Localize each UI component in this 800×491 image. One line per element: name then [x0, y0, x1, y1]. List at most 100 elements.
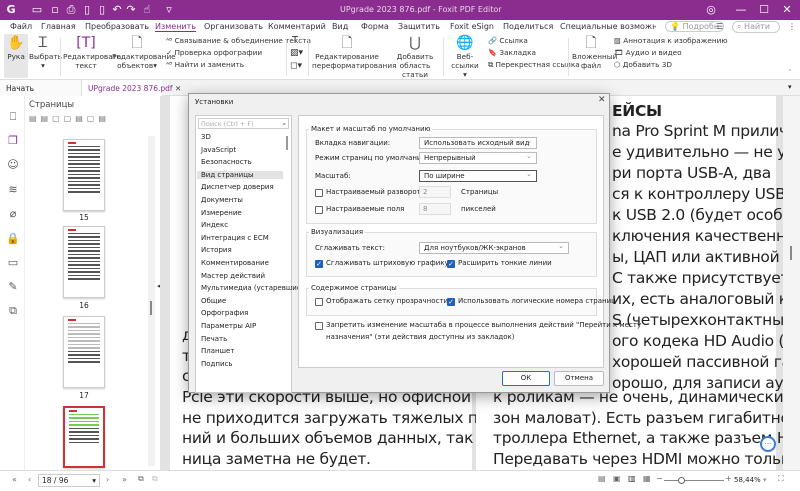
- zoom-out-button[interactable]: −: [656, 474, 663, 483]
- attachments-panel-icon[interactable]: ⌀: [6, 207, 20, 221]
- tab-esign[interactable]: Foxit eSign: [450, 22, 494, 31]
- category-item[interactable]: Печать: [197, 335, 283, 343]
- redo-icon[interactable]: ↷: [124, 3, 138, 17]
- bookmark-panel-icon[interactable]: ⎕: [6, 110, 20, 124]
- minimize-button[interactable]: —: [734, 3, 748, 17]
- tab-document[interactable]: UPgrade 2023 876.pdf ✕: [82, 80, 181, 96]
- file-panel-icon[interactable]: ▭: [6, 256, 20, 270]
- add-shape-icon[interactable]: ◻▾: [290, 61, 302, 71]
- enhance-thin-lines-checkbox[interactable]: ✓: [447, 260, 455, 268]
- zoom-slider[interactable]: [664, 477, 724, 484]
- find-replace-button[interactable]: ᴬᴮ Найти и заменить: [166, 60, 244, 69]
- smooth-text-select[interactable]: Для ноутбуков/ЖК-экранов: [419, 242, 569, 254]
- hand-tool-icon[interactable]: ☝: [140, 3, 154, 17]
- category-search-input[interactable]: Поиск (Ctrl + F) ⌕: [198, 118, 289, 129]
- more-icon[interactable]: ⋮: [788, 22, 796, 31]
- two-page-continuous-icon[interactable]: ▦: [643, 474, 651, 483]
- maximize-button[interactable]: ☐: [757, 3, 771, 17]
- audio-video-button[interactable]: 🎞 Аудио и видео: [614, 48, 682, 57]
- category-item[interactable]: Индекс: [197, 221, 283, 229]
- page-thumbnail[interactable]: [63, 226, 105, 298]
- cancel-button[interactable]: Отмена: [554, 371, 604, 386]
- undo-icon[interactable]: ↶: [110, 3, 124, 17]
- cross-ref-button[interactable]: ⧉ Перекрестная ссылка: [488, 60, 580, 70]
- web-links-button[interactable]: 🌐 Веб-ссылки ▾: [445, 34, 485, 79]
- zoom-slider-knob[interactable]: [678, 477, 685, 484]
- close-tab-icon[interactable]: ✕: [175, 84, 181, 93]
- chat-assistant-icon[interactable]: ⋯: [760, 436, 776, 452]
- image-annotation-button[interactable]: ▨ Аннотация к изображению: [614, 36, 728, 45]
- ok-button[interactable]: ОК: [502, 371, 550, 386]
- print-icon[interactable]: ⎙: [64, 3, 78, 17]
- pages-scrollbar[interactable]: [148, 136, 155, 466]
- ribbon-options-icon[interactable]: ☰: [716, 22, 723, 31]
- compare-panel-icon[interactable]: ⧉: [6, 304, 20, 318]
- category-item[interactable]: Орфография: [197, 309, 283, 317]
- continuous-page-icon[interactable]: ▣: [613, 474, 621, 483]
- transparency-grid-checkbox[interactable]: [315, 298, 323, 306]
- fullscreen-icon[interactable]: ⛶: [778, 474, 784, 484]
- tab-view[interactable]: Вид: [332, 22, 348, 31]
- category-item[interactable]: Измерение: [197, 209, 283, 217]
- category-item[interactable]: Безопасность: [197, 158, 283, 166]
- layers-panel-icon[interactable]: ≋: [6, 183, 20, 197]
- pages-toolbar[interactable]: ▤▤▢▢▤▢▤: [29, 114, 110, 123]
- tab-comment[interactable]: Комментарий: [268, 22, 326, 31]
- save-icon[interactable]: ▫: [48, 3, 62, 17]
- zoom-level-select[interactable]: 58,44% ▾: [732, 474, 772, 487]
- zoom-select[interactable]: По ширине: [419, 170, 537, 182]
- open-icon[interactable]: ▭: [30, 3, 44, 17]
- add-text-icon[interactable]: T: [292, 35, 298, 46]
- page-thumbnail[interactable]: [63, 316, 105, 388]
- pages-panel-icon[interactable]: ❐: [6, 134, 20, 148]
- last-page-button[interactable]: »: [122, 475, 127, 484]
- category-item[interactable]: Мастер действий: [197, 272, 283, 280]
- create-icon[interactable]: ▯: [95, 3, 109, 17]
- tab-share[interactable]: Поделиться: [503, 22, 553, 31]
- category-item[interactable]: Интеграция с ECM: [197, 234, 283, 242]
- reflow-edit-button[interactable]: 🗋 Редактирование переформатирования: [312, 34, 396, 70]
- link-text-button[interactable]: ᴬᴮ Связывание & объединение текста: [166, 36, 311, 45]
- category-item[interactable]: Вид страницы: [197, 170, 283, 179]
- hand-button[interactable]: ✋ Рука: [4, 34, 28, 78]
- category-item[interactable]: Диспетчер доверия: [197, 183, 283, 191]
- custom-margins-checkbox[interactable]: [315, 206, 323, 214]
- logical-page-numbers-checkbox[interactable]: ✓: [447, 298, 455, 306]
- attachment-button[interactable]: 🗋 Вложенный файл: [572, 34, 617, 70]
- comments-panel-icon[interactable]: ☺: [6, 158, 20, 172]
- smooth-line-art-checkbox[interactable]: ✓: [315, 260, 323, 268]
- zoom-in-button[interactable]: +: [725, 474, 732, 483]
- close-button[interactable]: ✕: [780, 3, 794, 17]
- category-item[interactable]: Подпись: [197, 360, 283, 368]
- bookmark-button[interactable]: 🔖 Закладка: [488, 48, 536, 57]
- category-item[interactable]: Комментирование: [197, 259, 283, 267]
- previous-view-icon[interactable]: ⧉: [138, 474, 144, 484]
- tab-accessibility[interactable]: Специальные возможност: [560, 22, 656, 31]
- account-icon[interactable]: ◎: [704, 3, 718, 17]
- two-page-icon[interactable]: ▥: [628, 474, 636, 483]
- page-number-input[interactable]: 18 / 96 ▾: [38, 474, 100, 487]
- restrict-zoom-checkbox[interactable]: [315, 322, 323, 330]
- category-item[interactable]: Общие: [197, 297, 283, 305]
- add-3d-button[interactable]: ⬡ Добавить 3D: [614, 60, 672, 69]
- category-item[interactable]: Мультимедиа (устаревшие: [197, 284, 301, 292]
- tab-start[interactable]: Начать: [0, 80, 82, 96]
- vertical-scrollbar[interactable]: [783, 96, 800, 470]
- tab-protect[interactable]: Защитить: [398, 22, 440, 31]
- customize-icon[interactable]: ▿: [162, 3, 176, 17]
- next-page-button[interactable]: ›: [106, 475, 109, 484]
- dialog-close-button[interactable]: ✕: [598, 95, 606, 105]
- tab-file[interactable]: Файл: [10, 22, 32, 31]
- search-input[interactable]: ⌕ Найти: [732, 21, 780, 33]
- category-item[interactable]: Параметры AIP: [197, 322, 283, 330]
- category-item[interactable]: 3D: [197, 133, 283, 141]
- page-mode-select[interactable]: Непрерывный: [419, 152, 537, 164]
- tab-convert[interactable]: Преобразовать: [85, 22, 149, 31]
- add-image-icon[interactable]: ▨▾: [290, 48, 303, 58]
- signature-panel-icon[interactable]: ✎: [6, 280, 20, 294]
- page-thumbnail-selected[interactable]: [63, 406, 105, 468]
- first-page-button[interactable]: «: [12, 475, 17, 484]
- category-scrollbar[interactable]: [286, 136, 288, 150]
- tab-organize[interactable]: Организовать: [204, 22, 263, 31]
- category-item[interactable]: Планшет: [197, 347, 283, 355]
